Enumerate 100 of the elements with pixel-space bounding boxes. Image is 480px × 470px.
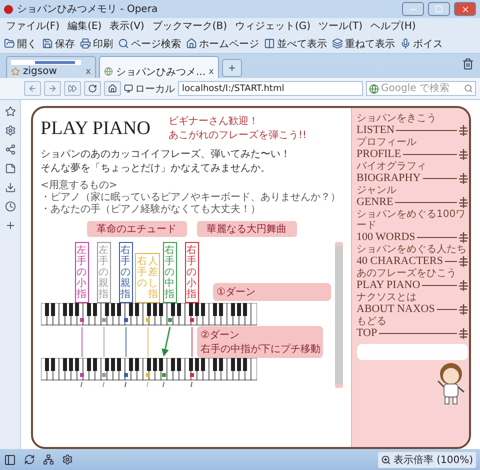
menu-item[interactable]: ツール(T) <box>318 19 362 33</box>
nav-link[interactable]: あのフレーズをひこう PLAY PIANO <box>356 268 468 291</box>
menu-item[interactable]: ウィジェット(G) <box>235 19 311 33</box>
finger-label: 右手の 人差し指 <box>135 253 160 303</box>
sync-icon <box>24 454 35 465</box>
fast-forward-icon <box>68 84 77 93</box>
step-label: ②ダーン 右手の中指が下にプチ移動 <box>196 326 322 358</box>
printer-icon <box>80 38 91 49</box>
toolbar-button[interactable]: ホームページ <box>186 36 259 50</box>
note-icon <box>4 163 16 174</box>
nav-link[interactable]: ジャンル GENRE <box>356 185 468 208</box>
ornament-icon <box>458 280 468 290</box>
nav-link[interactable]: ショパンをめぐる人たち 40 CHARACTERS <box>356 244 468 267</box>
site-icon <box>11 67 20 76</box>
nav-link[interactable]: ショパンをめぐる100ワード 100 WORDS <box>356 209 468 243</box>
requirement-text: ・あなたの手（ピアノ経験がなくても大丈夫！） <box>40 204 262 216</box>
piece-button[interactable]: 革命のエチュード <box>86 221 186 237</box>
menu-item[interactable]: ヘルプ(H) <box>370 19 416 33</box>
microphone-icon <box>400 38 411 49</box>
clock-icon <box>4 201 16 212</box>
nav-link[interactable]: バイオグラフィ BIOGRAPHY <box>356 161 468 184</box>
trash-icon <box>462 58 474 70</box>
browser-tab[interactable]: zigsow x <box>6 56 96 78</box>
ornament-icon <box>458 232 468 242</box>
home-icon <box>186 38 197 49</box>
ornament-icon <box>458 172 468 184</box>
zone-label: ローカル <box>124 82 175 96</box>
scroll-bar[interactable] <box>334 242 342 388</box>
save-icon <box>42 38 53 49</box>
search-icon <box>118 38 129 49</box>
toolbar-button[interactable]: 保存 <box>42 36 75 50</box>
nav-link[interactable]: ナクソスとは ABOUT NAXOS <box>356 292 468 315</box>
download-icon <box>4 182 16 193</box>
intro-text: そんな夢を「ちょっとだけ」かなえてみませんか。 <box>40 162 272 175</box>
menu-item[interactable]: ファイル(F) <box>6 19 60 33</box>
requirement-text: ・ピアノ（家に眠っているピアノやキーボード、ありませんか？） <box>40 192 342 204</box>
tab-close[interactable]: x <box>86 66 91 76</box>
ornament-icon <box>458 328 468 338</box>
minimize-button[interactable] <box>402 2 424 16</box>
search-field[interactable]: Google で検索 <box>366 81 476 96</box>
menu-item[interactable]: 表示(V) <box>110 19 144 33</box>
columns-icon <box>264 38 275 49</box>
close-icon <box>460 4 470 14</box>
reload-button[interactable] <box>84 81 101 96</box>
app-icon <box>4 4 13 14</box>
address-field[interactable]: localhost/I:/START.html <box>178 81 363 96</box>
nav-link[interactable]: ショパンをきこう LISTEN <box>356 113 468 136</box>
panel-toggle-button[interactable] <box>4 454 16 466</box>
back-icon <box>28 84 37 93</box>
page-title: PLAY PIANO <box>40 118 150 140</box>
browser-tab[interactable]: ショパンひみつメ... x <box>99 56 219 78</box>
folder-icon <box>4 38 15 49</box>
settings-icon <box>62 454 73 465</box>
settings-icon <box>4 125 16 136</box>
nav-link[interactable]: もどる TOP <box>356 316 468 339</box>
window-title: ショパンひみつメモリ - Opera <box>17 3 159 16</box>
menu-item[interactable]: 編集(E) <box>68 19 102 33</box>
toolbar-button[interactable]: 印刷 <box>80 36 113 50</box>
search-engine-icon <box>369 84 379 94</box>
requirement-text: <用意するもの> <box>40 180 118 192</box>
monitor-icon <box>124 84 133 93</box>
zoom-level[interactable]: 表示倍率 (100%) <box>378 452 476 468</box>
toolbar-button[interactable]: ボイス <box>400 36 443 50</box>
new-tab-button[interactable]: + <box>222 59 242 77</box>
maximize-button[interactable] <box>428 2 450 16</box>
plus-icon <box>4 220 16 231</box>
welcome-text: ビギナーさん歓迎！ <box>168 114 258 128</box>
home-icon <box>108 84 117 93</box>
settings-button[interactable] <box>62 454 73 465</box>
step-label: ①ダーン <box>212 283 330 301</box>
menu-item[interactable]: ブックマーク(B) <box>152 19 228 33</box>
piece-button[interactable]: 華麗なる大円舞曲 <box>196 221 296 237</box>
forward-icon <box>48 84 57 93</box>
toolbar-button[interactable]: 開く <box>4 36 37 50</box>
toolbar-button[interactable]: 重ねて表示 <box>332 36 395 50</box>
nav-link[interactable]: プロフィール PROFILE <box>356 137 468 160</box>
maximize-icon <box>435 5 443 13</box>
back-button[interactable] <box>24 81 41 96</box>
reload-icon <box>88 84 97 93</box>
zoom-icon <box>381 454 392 464</box>
tab-thumbnail-icon <box>11 60 81 65</box>
fast-forward-button[interactable] <box>64 81 81 96</box>
ornament-icon <box>458 304 468 314</box>
ornament-icon <box>458 256 468 266</box>
toolbar-button[interactable]: 並べて表示 <box>264 36 327 50</box>
close-button[interactable] <box>454 2 476 16</box>
network-icon <box>43 454 54 465</box>
network-button[interactable] <box>43 454 54 465</box>
panel-icon <box>4 454 16 466</box>
sync-button[interactable] <box>24 454 35 465</box>
star-icon <box>4 106 16 117</box>
ornament-icon <box>458 124 468 136</box>
forward-button[interactable] <box>44 81 61 96</box>
toolbar-button[interactable]: ページ検索 <box>118 36 181 50</box>
search-icon <box>464 84 473 93</box>
tab-close[interactable]: x <box>208 66 214 76</box>
share-icon <box>4 144 16 155</box>
layers-icon <box>332 38 343 49</box>
welcome-text: あこがれのフレーズを弾こう!! <box>168 129 307 142</box>
home-button[interactable] <box>104 81 121 96</box>
